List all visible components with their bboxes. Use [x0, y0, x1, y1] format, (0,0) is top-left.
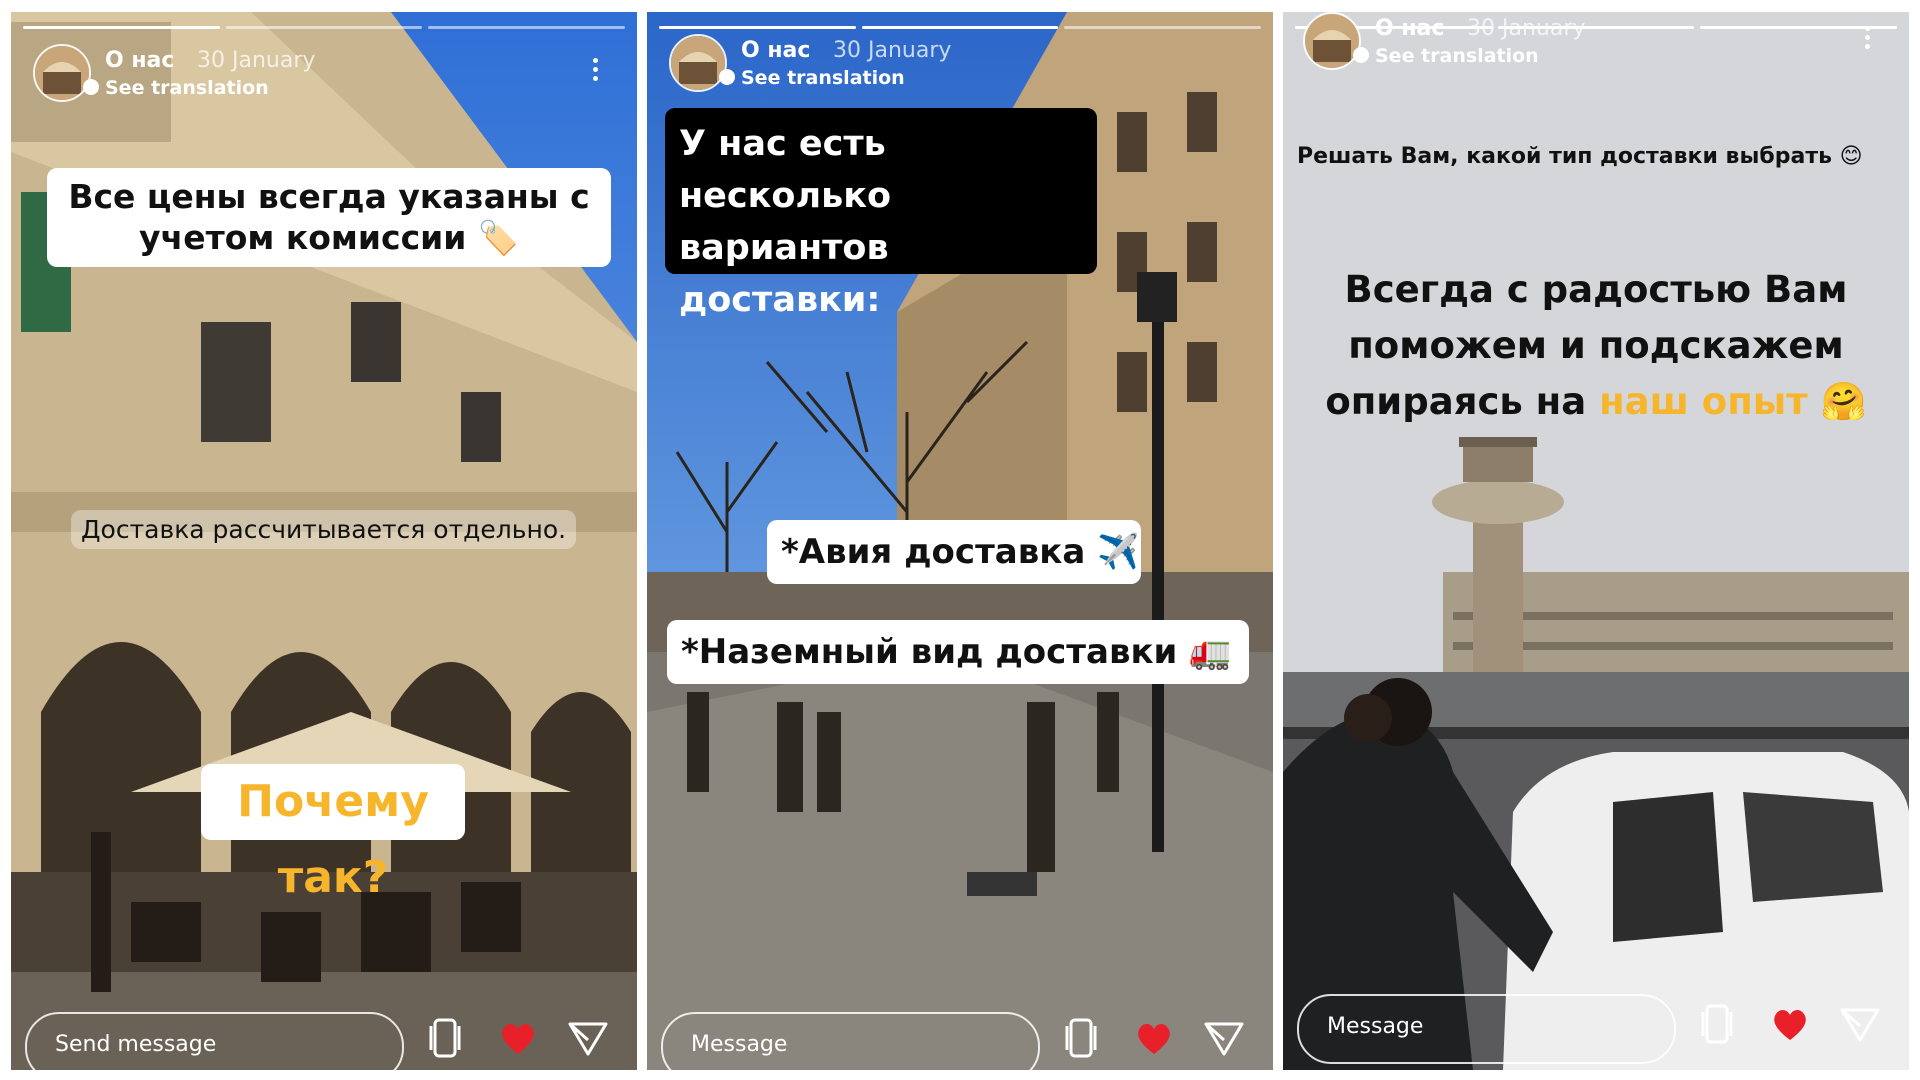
caption-delivery: Доставка рассчитывается отдельно.: [71, 510, 577, 550]
account-name[interactable]: О нас: [105, 48, 174, 73]
gif-sticker-icon[interactable]: [1695, 1002, 1739, 1046]
story-date: 30 January: [197, 48, 316, 73]
translate-icon: [1353, 47, 1369, 63]
translate-icon: [83, 79, 99, 95]
account-avatar[interactable]: [669, 34, 727, 92]
caption-why: Почему так?: [201, 764, 465, 903]
hug-icon: 🤗: [1820, 380, 1867, 423]
account-name[interactable]: О нас: [1375, 16, 1444, 41]
story-footer: Message: [1283, 990, 1909, 1070]
share-send-icon[interactable]: [1838, 1002, 1882, 1046]
option-air-text: *Авия доставка: [781, 532, 1086, 572]
option-ground-text: *Наземный вид доставки: [681, 632, 1178, 672]
message-input[interactable]: Message: [661, 1012, 1040, 1070]
story-progress-bar: [23, 26, 626, 29]
gif-sticker-icon[interactable]: [423, 1016, 467, 1060]
story-header: О нас 30 January See translation: [33, 44, 615, 104]
see-translation-label: See translation: [105, 77, 269, 99]
caption-choose-text: Решать Вам, какой тип доставки выбрать: [1297, 144, 1832, 169]
airport-photo: [1283, 12, 1909, 1070]
send-message-input[interactable]: Send message: [25, 1012, 404, 1070]
translate-icon: [719, 69, 735, 85]
story-header: О нас 30 January See translation: [669, 34, 1251, 94]
story-date: 30 January: [833, 38, 952, 63]
more-options-icon[interactable]: [1865, 26, 1871, 52]
message-input[interactable]: Message: [1297, 994, 1676, 1064]
message-placeholder: Message: [1327, 1014, 1424, 1039]
see-translation-link[interactable]: See translation: [83, 77, 269, 99]
send-message-placeholder: Send message: [55, 1032, 217, 1057]
like-heart-icon[interactable]: [1132, 1016, 1176, 1060]
story-panel-delivery-options[interactable]: О нас 30 January See translation У нас е…: [647, 12, 1273, 1070]
option-ground-delivery: *Наземный вид доставки 🚛: [667, 620, 1249, 684]
message-placeholder: Message: [691, 1032, 788, 1057]
option-air-delivery: *Авия доставка ✈️: [767, 520, 1141, 584]
story-panel-prices[interactable]: О нас 30 January See translation Все цен…: [11, 12, 637, 1070]
caption-choose: Решать Вам, какой тип доставки выбрать 😊: [1297, 144, 1897, 169]
smile-icon: 😊: [1839, 144, 1863, 169]
see-translation-link[interactable]: See translation: [719, 67, 905, 89]
account-name[interactable]: О нас: [741, 38, 810, 63]
like-heart-icon[interactable]: [496, 1016, 540, 1060]
account-avatar[interactable]: [1303, 12, 1361, 70]
airplane-icon: ✈️: [1097, 532, 1140, 572]
share-send-icon[interactable]: [1202, 1016, 1246, 1060]
price-tag-icon: 🏷️: [477, 218, 519, 258]
like-heart-icon[interactable]: [1768, 1002, 1812, 1046]
caption-help-highlight: наш опыт: [1599, 380, 1808, 423]
see-translation-link[interactable]: See translation: [1353, 45, 1539, 67]
see-translation-label: See translation: [1375, 45, 1539, 67]
caption-prices: Все цены всегда указаны с учетом комисси…: [47, 168, 611, 267]
story-progress-bar: [659, 26, 1262, 29]
more-options-icon[interactable]: [593, 58, 599, 84]
story-date: 30 January: [1467, 16, 1586, 41]
story-footer: Message: [647, 990, 1273, 1070]
story-footer: Send message: [11, 990, 637, 1070]
account-avatar[interactable]: [33, 44, 91, 102]
truck-icon: 🚛: [1189, 632, 1232, 672]
story-panel-airport[interactable]: О нас 30 January See translation Решать …: [1283, 12, 1909, 1070]
share-send-icon[interactable]: [566, 1016, 610, 1060]
caption-delivery-options-title: У нас есть несколько вариантов доставки:: [665, 108, 1097, 320]
story-header: О нас 30 January See translation: [1303, 12, 1887, 72]
caption-help: Всегда с радостью Вам поможем и подскаже…: [1313, 262, 1879, 430]
see-translation-label: See translation: [741, 67, 905, 89]
gif-sticker-icon[interactable]: [1059, 1016, 1103, 1060]
